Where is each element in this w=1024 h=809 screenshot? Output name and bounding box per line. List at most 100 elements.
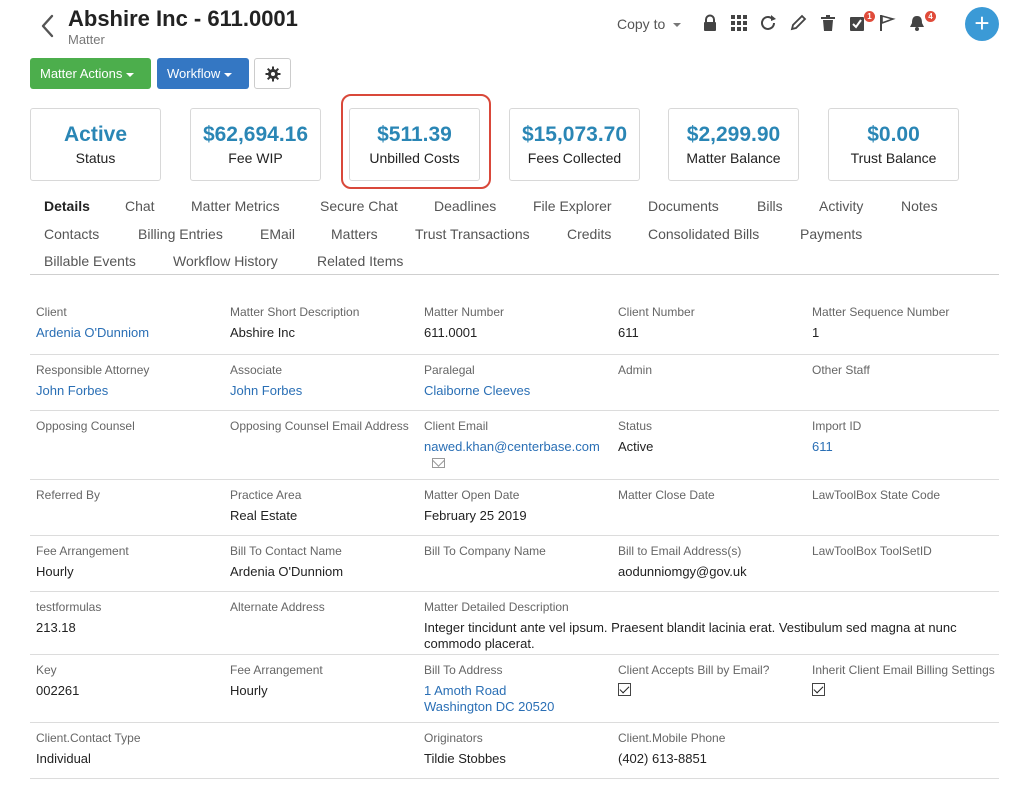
field-originators: Originators Tildie Stobbes: [424, 731, 612, 767]
field-label: Client: [36, 305, 67, 319]
copy-to-dropdown[interactable]: Copy to: [617, 16, 682, 32]
field-label: Status: [618, 419, 653, 433]
field-label: Fee Arrangement: [230, 663, 323, 677]
trash-icon[interactable]: [819, 14, 837, 32]
tab-email[interactable]: EMail: [260, 226, 295, 242]
details-grid: Client Ardenia O'Dunniom Matter Short De…: [30, 297, 999, 779]
grid-icon[interactable]: [730, 14, 748, 32]
field-label: Client Email: [424, 419, 489, 433]
tab-related-items[interactable]: Related Items: [317, 253, 403, 269]
stat-label: Matter Balance: [686, 150, 781, 166]
stat-value: $15,073.70: [521, 123, 628, 146]
edit-pencil-icon[interactable]: [789, 14, 807, 32]
back-arrow-icon[interactable]: [38, 12, 58, 40]
field-value[interactable]: Claiborne Cleeves: [424, 383, 612, 399]
tab-notes[interactable]: Notes: [901, 198, 938, 214]
field-value: Ardenia O'Dunniom: [230, 564, 344, 579]
field-label: Matter Short Description: [230, 305, 360, 319]
field-matter-short-description: Matter Short Description Abshire Inc: [230, 305, 418, 341]
field-referred-by: Referred By: [36, 488, 224, 503]
field-label: Key: [36, 663, 57, 677]
stat-label: Fees Collected: [527, 150, 622, 166]
field-label: Matter Number: [424, 305, 505, 319]
stat-card-fee-wip[interactable]: $62,694.16 Fee WIP: [190, 108, 321, 181]
stat-card-fees-collected[interactable]: $15,073.70 Fees Collected: [509, 108, 640, 181]
field-label: Matter Close Date: [618, 488, 715, 502]
page-title: Abshire Inc - 611.0001: [68, 6, 298, 31]
inherit-settings-checkbox[interactable]: [812, 683, 825, 696]
caret-down-icon: [224, 72, 233, 77]
field-value: Tildie Stobbes: [424, 751, 506, 766]
field-value[interactable]: 1 Amoth Road: [424, 683, 612, 699]
tab-details[interactable]: Details: [44, 198, 90, 214]
field-value: (402) 613-8851: [618, 751, 707, 766]
field-label: Bill To Company Name: [424, 544, 546, 558]
tab-bills[interactable]: Bills: [757, 198, 783, 214]
lock-icon[interactable]: [701, 14, 719, 32]
field-fee-arrangement: Fee Arrangement Hourly: [36, 544, 224, 580]
caret-down-icon: [126, 72, 135, 77]
tab-matters[interactable]: Matters: [331, 226, 378, 242]
stat-card-status[interactable]: Active Status: [30, 108, 161, 181]
workflow-label: Workflow: [167, 66, 221, 81]
field-label: Client.Mobile Phone: [618, 731, 726, 745]
workflow-button[interactable]: Workflow: [157, 58, 249, 89]
field-value: Real Estate: [230, 508, 298, 523]
field-fee-arrangement-2: Fee Arrangement Hourly: [230, 663, 418, 699]
field-matter-open-date: Matter Open Date February 25 2019: [424, 488, 612, 524]
field-value[interactable]: John Forbes: [230, 383, 418, 399]
field-label: Other Staff: [812, 363, 870, 377]
field-label: Matter Sequence Number: [812, 305, 950, 319]
field-matter-sequence-number: Matter Sequence Number 1: [812, 305, 1000, 341]
copy-to-label: Copy to: [617, 16, 666, 32]
field-label: Client Number: [618, 305, 695, 319]
field-value: Hourly: [230, 683, 268, 698]
tab-contacts[interactable]: Contacts: [44, 226, 99, 242]
tab-file-explorer[interactable]: File Explorer: [533, 198, 612, 214]
field-key: Key 002261: [36, 663, 224, 699]
stat-card-matter-balance[interactable]: $2,299.90 Matter Balance: [668, 108, 799, 181]
stat-card-trust-balance[interactable]: $0.00 Trust Balance: [828, 108, 959, 181]
field-label: testformulas: [36, 600, 102, 614]
field-bill-to-address: Bill To Address 1 Amoth Road Washington …: [424, 663, 612, 715]
tab-workflow-history[interactable]: Workflow History: [173, 253, 278, 269]
flag-icon[interactable]: [878, 14, 896, 32]
tab-activity[interactable]: Activity: [819, 198, 863, 214]
tab-payments[interactable]: Payments: [800, 226, 862, 242]
tab-billable-events[interactable]: Billable Events: [44, 253, 136, 269]
bell-icon[interactable]: [908, 14, 926, 32]
tab-deadlines[interactable]: Deadlines: [434, 198, 496, 214]
tab-billing-entries[interactable]: Billing Entries: [138, 226, 223, 242]
field-value: Abshire Inc: [230, 325, 296, 340]
field-responsible-attorney: Responsible Attorney John Forbes: [36, 363, 224, 399]
field-value[interactable]: nawed.khan@centerbase.com: [424, 439, 612, 455]
details-row: Responsible Attorney John Forbes Associa…: [30, 355, 999, 411]
envelope-icon[interactable]: [432, 458, 445, 468]
field-value[interactable]: John Forbes: [36, 383, 224, 399]
field-opposing-counsel: Opposing Counsel: [36, 419, 224, 434]
tab-documents[interactable]: Documents: [648, 198, 719, 214]
tab-matter-metrics[interactable]: Matter Metrics: [191, 198, 280, 214]
stat-value: Active: [63, 123, 128, 146]
add-button[interactable]: +: [965, 7, 999, 41]
field-label: Bill to Email Address(s): [618, 544, 742, 558]
details-row: Fee Arrangement Hourly Bill To Contact N…: [30, 536, 999, 592]
field-value-line2[interactable]: Washington DC 20520: [424, 699, 612, 715]
field-other-staff: Other Staff: [812, 363, 1000, 378]
field-value[interactable]: 611: [812, 439, 1000, 455]
tab-consolidated-bills[interactable]: Consolidated Bills: [648, 226, 759, 242]
tab-secure-chat[interactable]: Secure Chat: [320, 198, 398, 214]
matter-actions-button[interactable]: Matter Actions: [30, 58, 151, 89]
field-value: 611: [618, 325, 639, 340]
accepts-bill-checkbox[interactable]: [618, 683, 631, 696]
tab-trust-transactions[interactable]: Trust Transactions: [415, 226, 530, 242]
tab-credits[interactable]: Credits: [567, 226, 611, 242]
field-practice-area: Practice Area Real Estate: [230, 488, 418, 524]
field-value: 213.18: [36, 620, 76, 635]
field-matter-close-date: Matter Close Date: [618, 488, 806, 503]
page-subtitle: Matter: [68, 32, 105, 47]
field-value[interactable]: Ardenia O'Dunniom: [36, 325, 224, 341]
tab-chat[interactable]: Chat: [125, 198, 155, 214]
refresh-icon[interactable]: [759, 14, 777, 32]
settings-button[interactable]: [254, 58, 291, 89]
